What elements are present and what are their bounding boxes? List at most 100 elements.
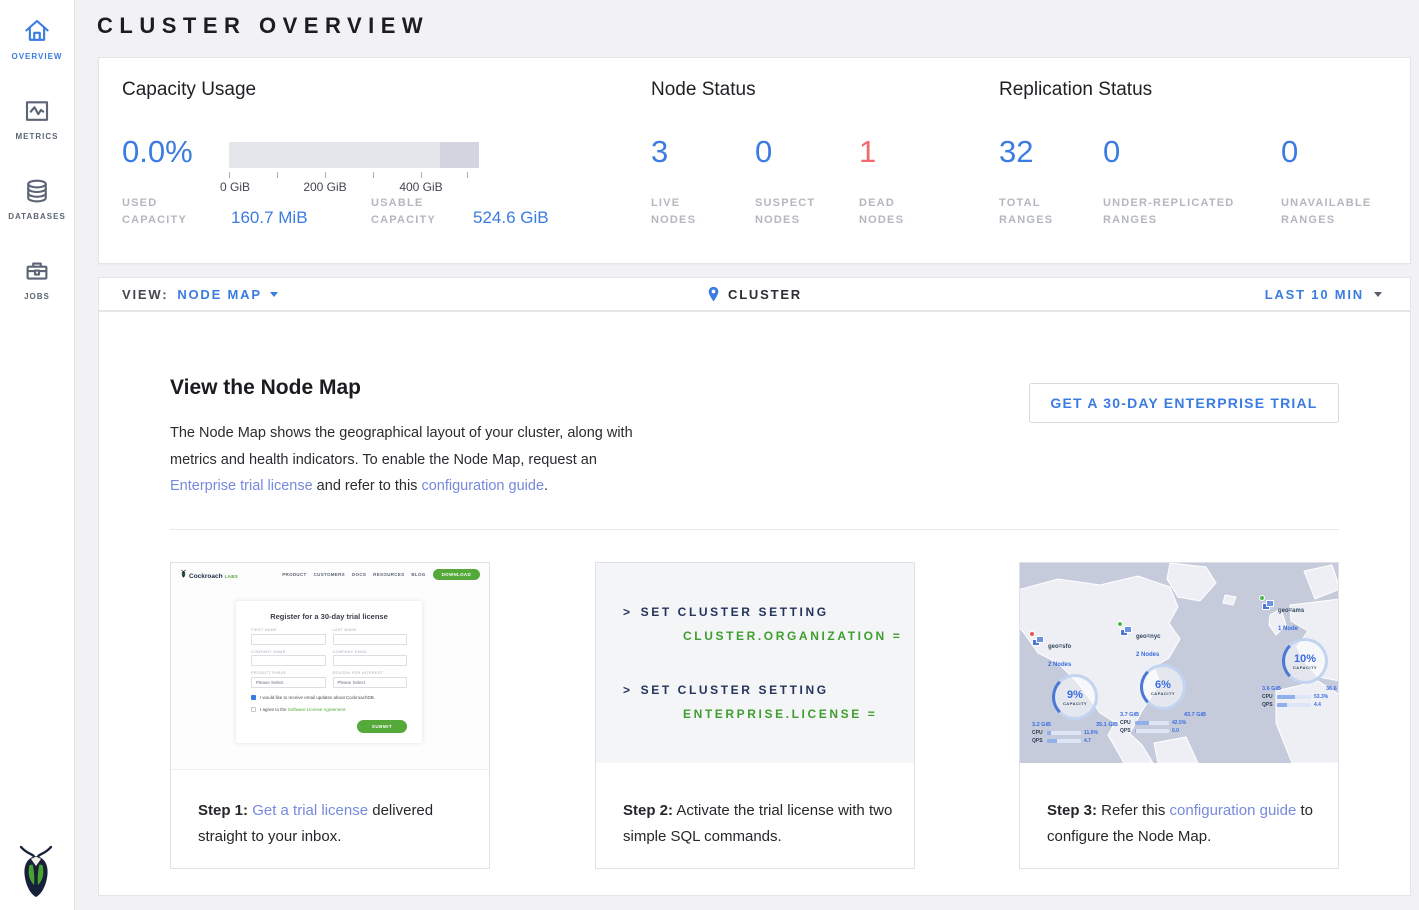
capacity-used-percent: 0.0%	[122, 134, 193, 170]
suspect-nodes-label: SUSPECTNODES	[755, 195, 815, 229]
usable-capacity-value: 524.6 GiB	[473, 208, 549, 228]
enterprise-trial-button[interactable]: GET A 30-DAY ENTERPRISE TRIAL	[1029, 383, 1339, 423]
sidebar-item-label: JOBS	[0, 292, 74, 301]
mini-submit-button: SUBMIT	[357, 720, 407, 733]
gauge-tick	[325, 172, 326, 178]
map-pin-icon	[707, 286, 720, 303]
chevron-down-icon	[1374, 292, 1382, 297]
mini-site-header: Cockroach LABS PRODUCT CUSTOMERS DOCS RE…	[171, 563, 489, 585]
dead-nodes-label: DEADNODES	[859, 195, 904, 229]
capacity-gauge: 0 GiB 200 GiB 400 GiB	[229, 142, 479, 202]
cockroachdb-logo	[13, 843, 59, 899]
step-2-card: >SET CLUSTER SETTING CLUSTER.ORGANIZATIO…	[595, 562, 915, 869]
node-map-heading: View the Node Map	[170, 376, 361, 400]
mini-input	[333, 655, 408, 666]
capacity-ring: 9% CAPACITY	[1052, 674, 1098, 720]
gauge-tick	[277, 172, 278, 178]
node-map-screenshot: geo=sfo2 Nodes 9% CAPACITY 3.2 GiB35.1 G…	[1020, 563, 1338, 763]
database-icon	[22, 176, 52, 206]
step-1-caption: Step 1: Get a trial license delivered st…	[198, 798, 470, 850]
briefcase-icon	[22, 256, 52, 286]
node-group-icon	[1262, 599, 1275, 611]
capacity-gauge-bar	[229, 142, 479, 168]
sidebar-item-label: OVERVIEW	[0, 52, 74, 61]
under-replicated-ranges-count: 0	[1103, 134, 1120, 170]
used-capacity-label: USEDCAPACITY	[122, 195, 187, 229]
sidebar-item-overview[interactable]: OVERVIEW	[0, 16, 74, 61]
sql-code-block: >SET CLUSTER SETTING CLUSTER.ORGANIZATIO…	[596, 563, 914, 763]
breadcrumb-cluster[interactable]: CLUSTER	[728, 287, 802, 302]
gauge-tick-label: 0 GiB	[220, 180, 250, 194]
capacity-usage-title: Capacity Usage	[122, 79, 256, 101]
cluster-summary-panel: Capacity Usage 0.0% 0 GiB 200 GiB 400 Gi…	[98, 57, 1411, 264]
home-icon	[22, 16, 52, 46]
sidebar-item-jobs[interactable]: JOBS	[0, 256, 74, 301]
dead-status-dot	[1029, 631, 1035, 637]
mini-select: Please Select	[333, 677, 408, 688]
enterprise-trial-license-link[interactable]: Enterprise trial license	[170, 478, 313, 494]
gauge-tick-label: 400 GiB	[399, 180, 442, 194]
step-3-card: geo=sfo2 Nodes 9% CAPACITY 3.2 GiB35.1 G…	[1019, 562, 1339, 869]
mini-input	[251, 655, 326, 666]
capacity-ring: 6% CAPACITY	[1140, 664, 1186, 710]
mini-select: Please Select	[251, 677, 326, 688]
time-range-dropdown[interactable]: LAST 10 MIN	[1265, 278, 1382, 310]
sidebar-item-label: DATABASES	[0, 212, 74, 221]
capacity-ring: 10% CAPACITY	[1282, 638, 1328, 684]
mini-registration-form: Register for a 30-day trial license FIRS…	[236, 601, 422, 743]
step-1-card: Cockroach LABS PRODUCT CUSTOMERS DOCS RE…	[170, 562, 490, 869]
mini-checkbox-checked	[251, 695, 256, 700]
configuration-guide-link[interactable]: configuration guide	[1170, 802, 1297, 819]
sidebar-item-databases[interactable]: DATABASES	[0, 176, 74, 221]
gauge-tick	[467, 172, 468, 178]
step-3-caption: Step 3: Refer this configuration guide t…	[1047, 798, 1319, 850]
metrics-icon	[22, 96, 52, 126]
mini-checkbox	[251, 707, 256, 712]
locality-badge-nyc: geo=nyc2 Nodes 6% CAPACITY 3.7 GiB43.7 G…	[1120, 625, 1206, 734]
live-status-dot	[1117, 621, 1123, 627]
live-status-dot	[1259, 595, 1265, 601]
gauge-tick	[421, 172, 422, 178]
gauge-tick-label: 200 GiB	[303, 180, 346, 194]
total-ranges-count: 32	[999, 134, 1033, 170]
gauge-tick	[373, 172, 374, 178]
replication-status-title: Replication Status	[999, 79, 1152, 101]
under-replicated-ranges-label: UNDER-REPLICATEDRANGES	[1103, 195, 1234, 229]
locality-badge-ams: geo=ams1 Node 10% CAPACITY 3.6 GiB36.6 G…	[1262, 599, 1338, 708]
locality-badge-sfo: geo=sfo2 Nodes 9% CAPACITY 3.2 GiB35.1 G…	[1032, 635, 1118, 744]
configuration-guide-link[interactable]: configuration guide	[421, 478, 544, 494]
get-trial-license-link[interactable]: Get a trial license	[252, 802, 368, 819]
mini-site-nav: PRODUCT CUSTOMERS DOCS RESOURCES BLOG DO…	[282, 569, 480, 580]
dead-nodes-count: 1	[859, 134, 876, 170]
mini-input	[251, 634, 326, 645]
mini-download-button: DOWNLOAD	[433, 569, 480, 580]
step-2-caption: Step 2: Activate the trial license with …	[623, 798, 895, 850]
suspect-nodes-count: 0	[755, 134, 772, 170]
cluster-overview-page: OVERVIEW METRICS DATABASES JOBS	[0, 0, 1419, 910]
unavailable-ranges-label: UNAVAILABLERANGES	[1281, 195, 1371, 229]
capacity-gauge-reserved-segment	[440, 142, 479, 168]
used-capacity-value: 160.7 MiB	[231, 208, 308, 228]
registration-page-screenshot: Cockroach LABS PRODUCT CUSTOMERS DOCS RE…	[171, 563, 489, 770]
sidebar-item-metrics[interactable]: METRICS	[0, 96, 74, 141]
node-group-icon	[1032, 635, 1045, 647]
usable-capacity-label: USABLECAPACITY	[371, 195, 436, 229]
node-group-icon	[1120, 625, 1133, 637]
node-map-description: The Node Map shows the geographical layo…	[170, 420, 648, 500]
live-nodes-label: LIVENODES	[651, 195, 696, 229]
mini-bug-icon	[180, 569, 187, 578]
node-map-panel: View the Node Map The Node Map shows the…	[98, 311, 1411, 896]
unavailable-ranges-count: 0	[1281, 134, 1298, 170]
gauge-tick	[229, 172, 230, 178]
total-ranges-label: TOTALRANGES	[999, 195, 1053, 229]
breadcrumb: CLUSTER	[99, 278, 1410, 310]
sidebar-item-label: METRICS	[0, 132, 74, 141]
mini-cockroach-labs-logo: Cockroach LABS	[180, 569, 238, 580]
page-title: CLUSTER OVERVIEW	[97, 13, 429, 39]
mini-input	[333, 634, 408, 645]
live-nodes-count: 3	[651, 134, 668, 170]
node-status-title: Node Status	[651, 79, 756, 101]
view-bar: VIEW: NODE MAP CLUSTER LAST 10 MIN	[98, 277, 1411, 311]
sidebar: OVERVIEW METRICS DATABASES JOBS	[0, 0, 75, 910]
divider	[170, 529, 1339, 530]
